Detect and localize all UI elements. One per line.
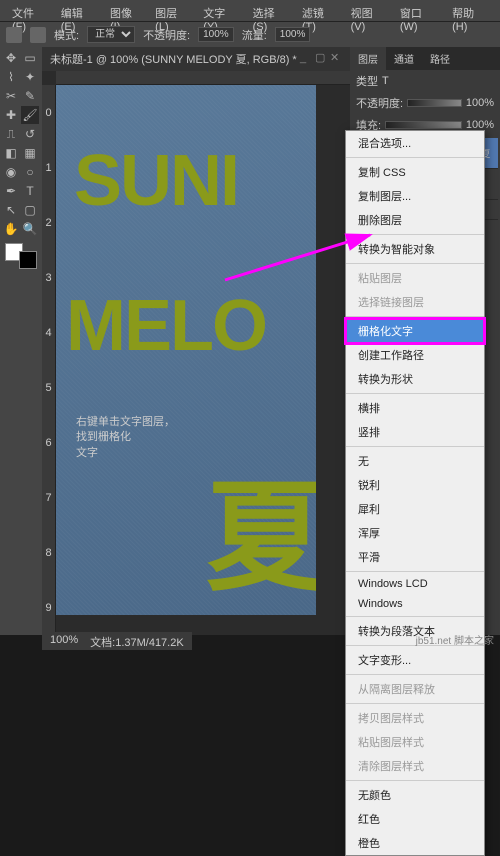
layer-opacity-label: 不透明度: <box>356 95 403 111</box>
context-menu-item[interactable]: 栅格化文字 <box>346 319 484 343</box>
tab-layers[interactable]: 图层 <box>350 47 386 70</box>
layer-fill-slider[interactable] <box>385 121 462 129</box>
menu-item[interactable]: 编辑(E) <box>55 3 102 18</box>
history-brush-tool[interactable]: ↺ <box>21 125 39 143</box>
ruler-horizontal <box>56 71 350 85</box>
ruler-vertical: 0123456789 <box>42 85 56 635</box>
canvas-text-3: 夏 <box>206 440 316 614</box>
close-icon[interactable]: ✕ <box>330 51 342 63</box>
context-menu-item: 拷贝图层样式 <box>346 706 484 730</box>
context-menu-item[interactable]: 无 <box>346 449 484 473</box>
context-menu-item[interactable]: 复制图层... <box>346 184 484 208</box>
maximize-icon[interactable]: ▢ <box>315 51 327 63</box>
opacity-label: 不透明度: <box>143 27 190 43</box>
context-menu-item[interactable]: 横排 <box>346 396 484 420</box>
menu-item[interactable]: 图层(L) <box>149 3 195 18</box>
eyedropper-tool[interactable]: ✎ <box>21 87 39 105</box>
document-title: 未标题-1 @ 100% (SUNNY MELODY 夏, RGB/8) * <box>50 51 297 67</box>
gradient-tool[interactable]: ▦ <box>21 144 39 162</box>
context-menu-item[interactable]: 文字变形... <box>346 648 484 672</box>
context-menu-item[interactable]: 平滑 <box>346 545 484 569</box>
mode-label: 模式: <box>54 27 79 43</box>
menu-bar: 文件(F)编辑(E)图像(I)图层(L)文字(Y)选择(S)滤镜(T)视图(V)… <box>0 0 500 21</box>
menu-item[interactable]: 图像(I) <box>104 3 147 18</box>
tab-paths[interactable]: 路径 <box>422 47 458 70</box>
status-bar: 100% 文档:1.37M/417.2K <box>42 632 192 650</box>
context-menu-item[interactable]: 浑厚 <box>346 521 484 545</box>
canvas[interactable]: SUNI MELO 夏 右键单击文字图层，找到栅格化文字 <box>56 85 316 615</box>
pen-tool[interactable]: ✒ <box>2 182 20 200</box>
context-menu-item[interactable]: Windows <box>346 594 484 614</box>
menu-item[interactable]: 文字(Y) <box>197 3 244 18</box>
layer-opacity-slider[interactable] <box>407 99 462 107</box>
context-menu-item: 选择链接图层 <box>346 290 484 314</box>
stamp-tool[interactable]: ⎍ <box>2 125 20 143</box>
menu-item[interactable]: 滤镜(T) <box>296 3 343 18</box>
layer-opacity-value: 100% <box>466 97 494 109</box>
doc-size: 文档:1.37M/417.2K <box>90 634 184 648</box>
crop-tool[interactable]: ✂ <box>2 87 20 105</box>
context-menu: 混合选项... 复制 CSS复制图层...删除图层转换为智能对象粘贴图层选择链接图… <box>345 130 485 856</box>
brush-tool[interactable]: 🖌 <box>21 106 39 124</box>
menu-item[interactable]: 视图(V) <box>345 3 392 18</box>
menu-item[interactable]: 选择(S) <box>247 3 294 18</box>
context-menu-item: 清除图层样式 <box>346 754 484 778</box>
panel-tabs: 图层 通道 路径 <box>350 47 500 70</box>
context-menu-item[interactable]: 转换为形状 <box>346 367 484 391</box>
lasso-tool[interactable]: ⌇ <box>2 68 20 86</box>
context-menu-item[interactable]: 锐利 <box>346 473 484 497</box>
heal-tool[interactable]: ✚ <box>2 106 20 124</box>
flow-label: 流量: <box>242 27 267 43</box>
marquee-tool[interactable]: ▭ <box>21 49 39 67</box>
context-menu-item[interactable]: Windows LCD <box>346 574 484 594</box>
type-tool[interactable]: T <box>21 182 39 200</box>
context-menu-item[interactable]: 无颜色 <box>346 783 484 807</box>
canvas-text-2: MELO <box>66 285 266 367</box>
zoom-tool[interactable]: 🔍 <box>21 220 39 238</box>
context-menu-item: 从隔离图层释放 <box>346 677 484 701</box>
mode-select[interactable]: 正常 <box>87 26 135 43</box>
tool-preset-icon[interactable] <box>6 27 22 43</box>
zoom-level[interactable]: 100% <box>50 634 78 648</box>
path-tool[interactable]: ↖ <box>2 201 20 219</box>
hand-tool[interactable]: ✋ <box>2 220 20 238</box>
flow-value[interactable]: 100% <box>275 27 311 42</box>
context-menu-item[interactable]: 竖排 <box>346 420 484 444</box>
layer-kind-row: 类型 T <box>350 70 500 92</box>
menu-item[interactable]: 帮助(H) <box>446 3 494 18</box>
opacity-value[interactable]: 100% <box>198 27 234 42</box>
context-menu-item: 粘贴图层样式 <box>346 730 484 754</box>
dodge-tool[interactable]: ○ <box>21 163 39 181</box>
menu-item[interactable]: 文件(F) <box>6 3 53 18</box>
annotation-text: 右键单击文字图层，找到栅格化文字 <box>76 415 175 461</box>
context-menu-item[interactable]: 犀利 <box>346 497 484 521</box>
context-menu-item[interactable]: 创建工作路径 <box>346 343 484 367</box>
context-menu-item[interactable]: 删除图层 <box>346 208 484 232</box>
menu-item[interactable]: 窗口(W) <box>394 3 444 18</box>
blur-tool[interactable]: ◉ <box>2 163 20 181</box>
context-menu-item[interactable]: 转换为智能对象 <box>346 237 484 261</box>
context-menu-item[interactable]: 橙色 <box>346 831 484 855</box>
watermark: jb51.net 脚本之家 <box>416 632 494 647</box>
canvas-text-1: SUNI <box>74 140 238 222</box>
wand-tool[interactable]: ✦ <box>21 68 39 86</box>
minimize-icon[interactable]: _ <box>300 52 312 64</box>
context-menu-item[interactable]: 混合选项... <box>346 131 484 155</box>
color-swatch[interactable] <box>5 243 37 269</box>
context-menu-item[interactable]: 复制 CSS <box>346 160 484 184</box>
context-menu-item: 粘贴图层 <box>346 266 484 290</box>
document-area: 未标题-1 @ 100% (SUNNY MELODY 夏, RGB/8) * _… <box>42 47 350 635</box>
document-tab[interactable]: 未标题-1 @ 100% (SUNNY MELODY 夏, RGB/8) * _… <box>42 47 350 71</box>
tab-channels[interactable]: 通道 <box>386 47 422 70</box>
brush-preset-icon[interactable] <box>30 27 46 43</box>
shape-tool[interactable]: ▢ <box>21 201 39 219</box>
move-tool[interactable]: ✥ <box>2 49 20 67</box>
eraser-tool[interactable]: ◧ <box>2 144 20 162</box>
context-menu-item[interactable]: 红色 <box>346 807 484 831</box>
filter-type-icon[interactable]: T <box>382 75 389 87</box>
toolbox: ✥ ▭ ⌇ ✦ ✂ ✎ ✚ 🖌 ⎍ ↺ ◧ ▦ ◉ ○ ✒ T ↖ ▢ ✋ 🔍 <box>0 47 42 635</box>
